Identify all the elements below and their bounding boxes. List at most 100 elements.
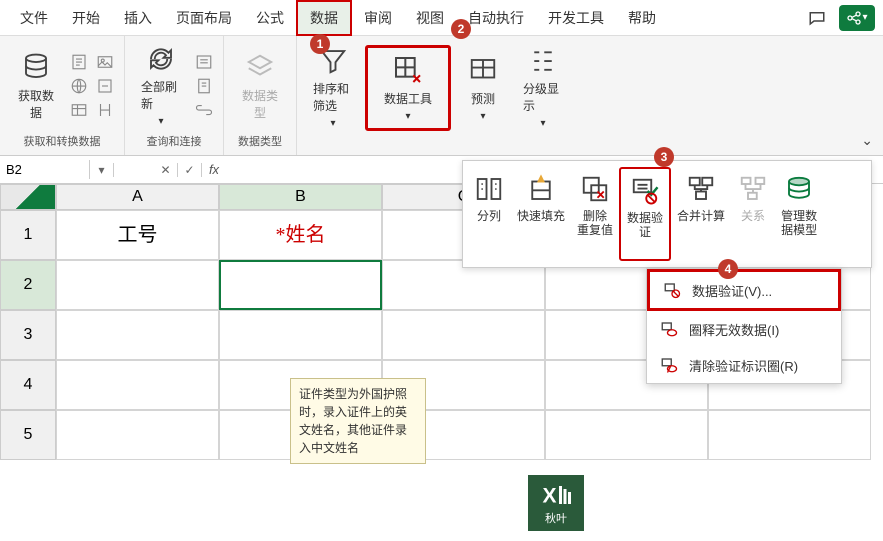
cell-a5[interactable]	[56, 410, 219, 460]
menu-layout[interactable]: 页面布局	[164, 2, 244, 34]
outline-button[interactable]: 分级显示 ▾	[515, 45, 571, 131]
flash-fill-button[interactable]: 快速填充	[511, 167, 571, 261]
data-valid-menu-icon	[662, 280, 682, 300]
submenu-circle-invalid[interactable]: 圈释无效数据(I)	[647, 311, 841, 347]
group-get-transform: 获取和转换数据	[24, 131, 101, 151]
get-data-label: 获取数 据	[18, 87, 54, 121]
enter-formula-icon[interactable]: ✓	[178, 163, 202, 177]
data-tools-icon	[392, 54, 424, 86]
data-model-label: 管理数 据模型	[781, 209, 817, 238]
stack-icon	[244, 51, 276, 83]
logo-text: 秋叶	[545, 510, 567, 526]
cancel-formula-icon[interactable]: ✕	[154, 163, 178, 177]
flash-fill-icon	[525, 171, 557, 207]
ribbon-collapse-icon[interactable]: ⌄	[861, 132, 873, 149]
from-table-icon[interactable]	[68, 99, 90, 121]
chevron-down-icon: ▾	[158, 116, 163, 127]
cell-d5[interactable]	[545, 410, 708, 460]
outline-label: 分级显示	[523, 80, 563, 114]
name-box[interactable]: B2	[0, 160, 90, 179]
menu-file[interactable]: 文件	[8, 2, 60, 34]
from-picture-icon[interactable]	[94, 51, 116, 73]
annotation-1: 1	[310, 34, 330, 54]
sort-filter-button[interactable]: 排序和筛选 ▾	[305, 45, 361, 131]
comments-button[interactable]	[799, 5, 835, 31]
svg-text:X: X	[543, 485, 557, 508]
cell-a2[interactable]	[56, 260, 219, 310]
row-header-2[interactable]: 2	[0, 260, 56, 310]
relations-icon	[737, 171, 769, 207]
refresh-icon	[145, 44, 177, 74]
data-validation-button[interactable]: 数据验 证	[619, 167, 671, 261]
existing-connections-icon[interactable]	[94, 99, 116, 121]
data-type-label: 数据类 型	[242, 87, 278, 121]
cell-b3[interactable]	[219, 310, 382, 360]
data-model-button[interactable]: 管理数 据模型	[775, 167, 823, 261]
submenu-data-valid-label: 数据验证(V)...	[692, 281, 772, 300]
from-web-icon[interactable]	[68, 75, 90, 97]
menu-review[interactable]: 审阅	[352, 2, 404, 34]
cell-a1[interactable]: 工号	[56, 210, 219, 260]
menu-help[interactable]: 帮助	[616, 2, 668, 34]
chevron-down-icon: ▾	[330, 118, 335, 129]
cell-c3[interactable]	[382, 310, 545, 360]
cell-a4[interactable]	[56, 360, 219, 410]
group-data-type: 数据类型	[238, 131, 282, 151]
menu-bar: 文件 开始 插入 页面布局 公式 数据 审阅 视图 自动执行 开发工具 帮助 ▾	[0, 0, 883, 36]
submenu-clear-circles[interactable]: 清除验证标识圈(R)	[647, 347, 841, 383]
edit-links-icon[interactable]	[193, 99, 215, 121]
chevron-down-icon: ▾	[405, 111, 410, 122]
fx-icon[interactable]: fx	[202, 162, 226, 177]
data-tools-button[interactable]: 数据工具 ▾	[365, 45, 451, 131]
col-header-b[interactable]: B	[219, 184, 382, 210]
from-text-icon[interactable]	[68, 51, 90, 73]
row-header-3[interactable]: 3	[0, 310, 56, 360]
menu-formula[interactable]: 公式	[244, 2, 296, 34]
forecast-button[interactable]: 预测 ▾	[455, 45, 511, 131]
relations-label: 关系	[741, 209, 765, 223]
remove-duplicates-button[interactable]: 删除 重复值	[571, 167, 619, 261]
refresh-all-label: 全部刷新	[141, 78, 181, 112]
recent-sources-icon[interactable]	[94, 75, 116, 97]
menu-dev[interactable]: 开发工具	[536, 2, 616, 34]
menu-insert[interactable]: 插入	[112, 2, 164, 34]
cell-e5[interactable]	[708, 410, 871, 460]
get-data-button[interactable]: 获取数 据	[8, 43, 64, 129]
menu-data[interactable]: 数据	[296, 0, 352, 36]
row-header-4[interactable]: 4	[0, 360, 56, 410]
chevron-down-icon: ▾	[480, 111, 485, 122]
flash-fill-label: 快速填充	[517, 209, 565, 223]
cell-a3[interactable]	[56, 310, 219, 360]
annotation-4: 4	[718, 259, 738, 279]
queries-icon[interactable]	[193, 51, 215, 73]
data-type-button: 数据类 型	[232, 43, 288, 129]
namebox-dchevron-down-icon[interactable]: ▾	[90, 163, 114, 177]
ribbon: 获取数 据 获取和转换数据 全部刷新 ▾	[0, 36, 883, 156]
text-to-columns-button[interactable]: 分列	[467, 167, 511, 261]
cell-b2[interactable]	[219, 260, 382, 310]
row-header-1[interactable]: 1	[0, 210, 56, 260]
outline-icon	[527, 46, 559, 76]
data-tools-label: 数据工具	[384, 90, 432, 107]
annotation-3: 3	[654, 147, 674, 167]
menu-view[interactable]: 视图	[404, 2, 456, 34]
database-icon	[20, 51, 52, 83]
relationships-button: 关系	[731, 167, 775, 261]
data-valid-label: 数据验 证	[627, 211, 663, 240]
menu-home[interactable]: 开始	[60, 2, 112, 34]
share-button[interactable]: ▾	[839, 5, 875, 31]
data-tools-dropdown: 分列 快速填充 删除 重复值 数据验 证 合并计算 关系 管理数 据模型	[462, 160, 872, 268]
consolidate-button[interactable]: 合并计算	[671, 167, 731, 261]
col-header-a[interactable]: A	[56, 184, 219, 210]
split-col-label: 分列	[477, 209, 501, 223]
refresh-all-button[interactable]: 全部刷新 ▾	[133, 43, 189, 129]
row-header-5[interactable]: 5	[0, 410, 56, 460]
submenu-data-validation[interactable]: 数据验证(V)...	[647, 269, 841, 311]
properties-icon[interactable]	[193, 75, 215, 97]
consolidate-icon	[685, 171, 717, 207]
select-all-corner[interactable]	[0, 184, 56, 210]
cell-b1[interactable]: *姓名	[219, 210, 382, 260]
group-query-connect: 查询和连接	[147, 131, 202, 151]
clear-circles-icon	[659, 355, 679, 375]
submenu-circle-invalid-label: 圈释无效数据(I)	[689, 320, 779, 339]
